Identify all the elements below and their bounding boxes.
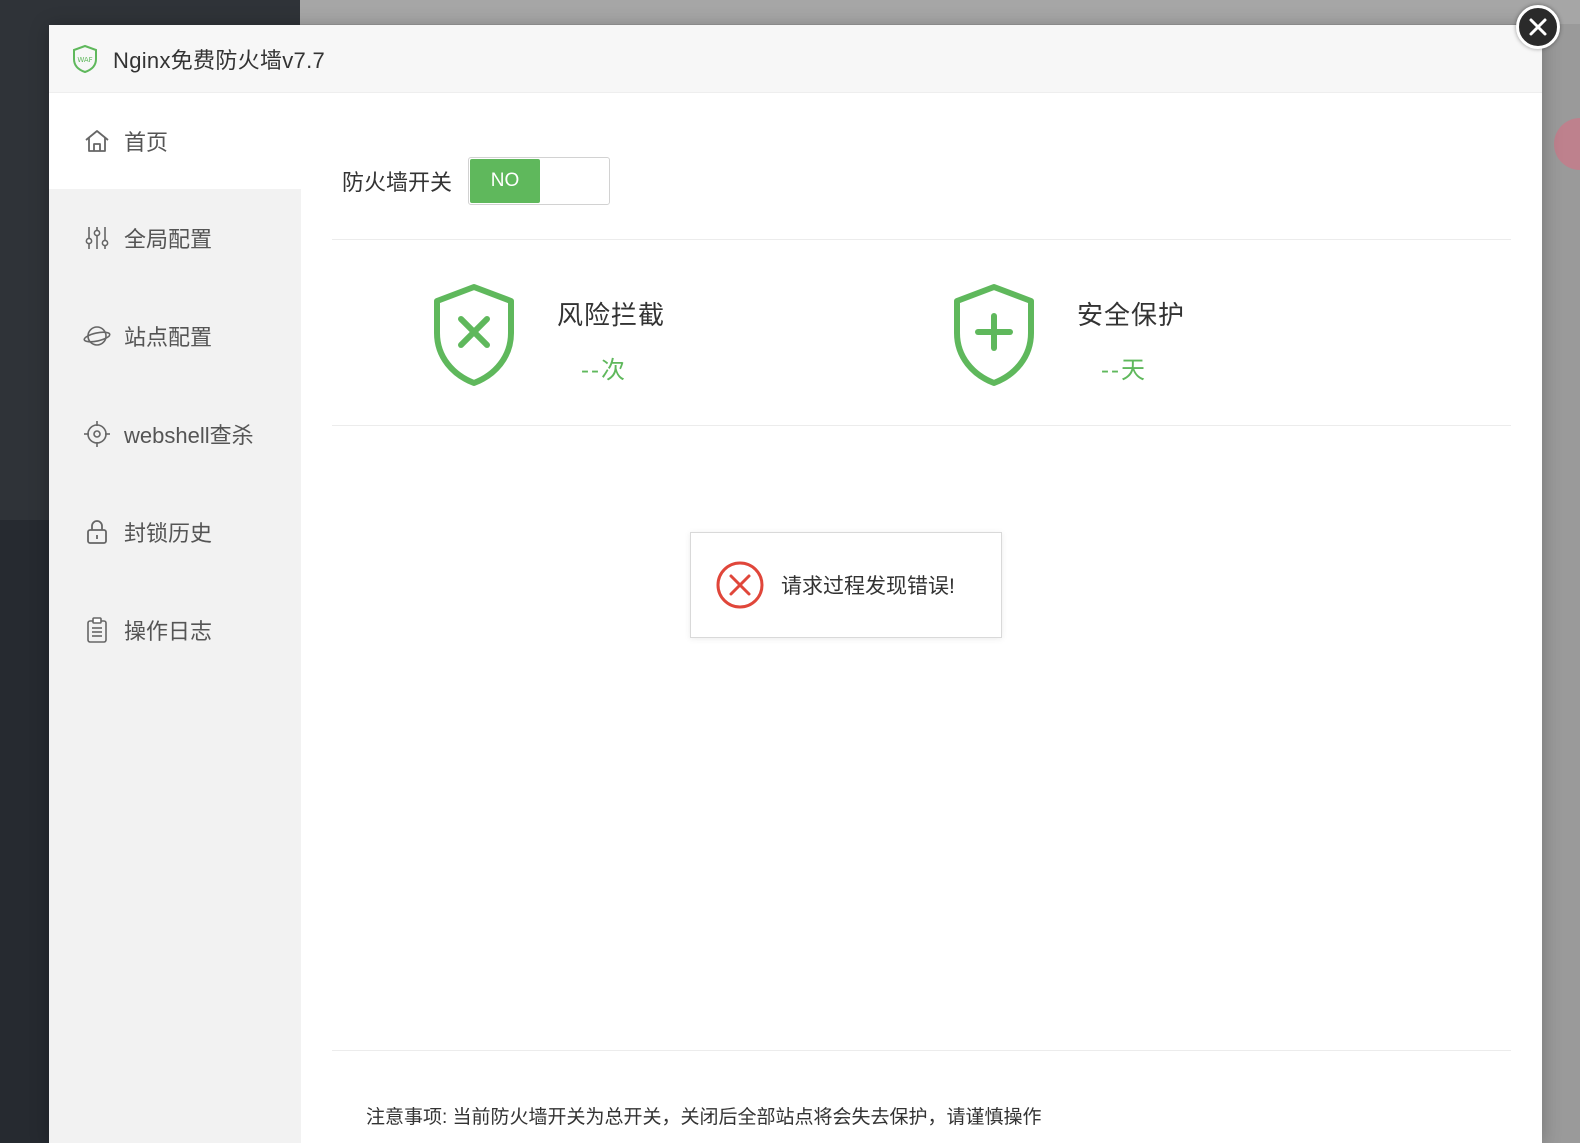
stat-safe-block: 安全保护 --天 (949, 283, 1185, 387)
error-toast-message: 请求过程发现错误! (781, 575, 955, 598)
firewall-modal: WAF Nginx免费防火墙v7.7 首页 全局配置 站点配置 webshell… (49, 25, 1542, 1143)
firewall-toggle[interactable]: NO (468, 157, 611, 205)
firewall-toggle-state: NO (470, 159, 541, 203)
divider-bottom (332, 1050, 1511, 1051)
stat-risk-value: --次 (581, 357, 627, 384)
stat-safe-value: --天 (1101, 357, 1147, 384)
close-button[interactable] (1516, 5, 1560, 49)
close-icon (1529, 18, 1547, 36)
sidebar-item-home[interactable]: 首页 (49, 93, 301, 189)
sliders-icon (82, 223, 112, 253)
sidebar-item-label: 操作日志 (124, 619, 213, 644)
stat-risk-title: 风险拦截 (557, 300, 666, 330)
lock-icon (82, 517, 112, 547)
sidebar-item-global-config[interactable]: 全局配置 (49, 189, 301, 287)
error-toast: 请求过程发现错误! (690, 532, 1002, 638)
divider-top (332, 239, 1511, 240)
sidebar-item-label: 全局配置 (124, 227, 213, 252)
waf-logo-icon: WAF (71, 44, 99, 73)
modal-header: WAF Nginx免费防火墙v7.7 (49, 25, 1542, 93)
background-topbar (300, 0, 1580, 24)
stat-safe-title: 安全保护 (1077, 300, 1186, 330)
error-circle-icon (716, 561, 764, 609)
shield-plus-icon (954, 284, 1034, 386)
target-icon (82, 419, 112, 449)
sidebar-item-label: webshell查杀 (124, 423, 254, 448)
sidebar-item-operation-log[interactable]: 操作日志 (49, 581, 301, 679)
modal-sidebar: 首页 全局配置 站点配置 webshell查杀 封锁历史 操作日志 (49, 93, 301, 1143)
sidebar-item-block-history[interactable]: 封锁历史 (49, 483, 301, 581)
sidebar-item-webshell[interactable]: webshell查杀 (49, 385, 301, 483)
clipboard-icon (82, 615, 112, 645)
notice-text: 注意事项: 当前防火墙开关为总开关，关闭后全部站点将会失去保护，请谨慎操作 (366, 1107, 1042, 1128)
shield-x-icon (434, 284, 514, 386)
stat-risk-block: 风险拦截 --次 (429, 283, 665, 387)
sidebar-item-label: 站点配置 (124, 325, 213, 350)
modal-content: 防火墙开关 NO 风险拦截 --次 安全保护 --天 请求过程发现错误! 注意事… (301, 93, 1542, 1143)
firewall-switch-row: 防火墙开关 NO (342, 157, 611, 205)
sidebar-item-label: 封锁历史 (124, 521, 213, 546)
logo-text: WAF (77, 56, 92, 64)
modal-title: Nginx免费防火墙v7.7 (113, 47, 326, 73)
sidebar-item-label: 首页 (124, 130, 169, 155)
planet-icon (82, 321, 112, 351)
divider-stats (332, 425, 1511, 426)
sidebar-item-site-config[interactable]: 站点配置 (49, 287, 301, 385)
home-icon (82, 126, 112, 156)
firewall-switch-label: 防火墙开关 (342, 170, 453, 195)
